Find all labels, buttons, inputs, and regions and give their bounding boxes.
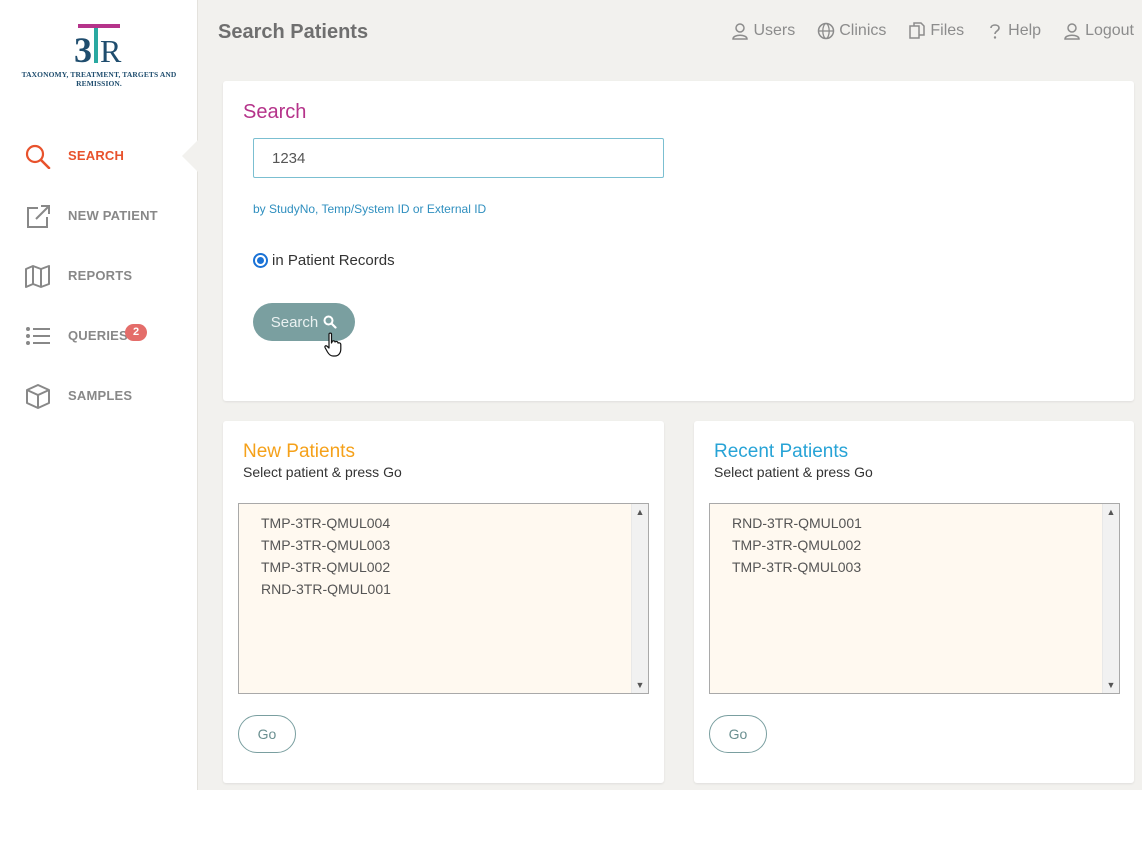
list-item[interactable]: TMP-3TR-QMUL004 — [261, 512, 391, 534]
recent-patients-list[interactable]: RND-3TR-QMUL001 TMP-3TR-QMUL002 TMP-3TR-… — [709, 503, 1120, 694]
nav-logout[interactable]: Logout — [1063, 22, 1134, 40]
sidebar-item-label: REPORTS — [68, 268, 133, 283]
page-title: Search Patients — [218, 21, 369, 43]
recent-patients-heading: Recent Patients — [714, 441, 849, 462]
external-link-icon — [27, 205, 50, 228]
list-item[interactable]: TMP-3TR-QMUL003 — [732, 556, 862, 578]
patient-records-radio[interactable] — [253, 253, 268, 268]
recent-patients-panel: Recent Patients Select patient & press G… — [694, 421, 1134, 783]
sidebar-item-search[interactable]: SEARCH — [0, 134, 198, 178]
sidebar-item-samples[interactable]: SAMPLES — [0, 374, 198, 418]
map-icon — [25, 265, 50, 288]
scroll-up-icon[interactable]: ▲ — [632, 504, 648, 520]
search-scope-option[interactable]: in Patient Records — [253, 252, 395, 269]
new-patients-panel: New Patients Select patient & press Go T… — [223, 421, 664, 783]
question-icon — [990, 24, 1000, 39]
nav-help[interactable]: Help — [986, 22, 1041, 40]
sidebar-item-label: SEARCH — [68, 148, 125, 163]
top-navigation: Users Clinics Files Help Logout — [731, 22, 1134, 40]
sidebar-item-label: QUERIES — [68, 328, 128, 343]
list-item[interactable]: RND-3TR-QMUL001 — [732, 512, 862, 534]
nav-clinics-label: Clinics — [839, 22, 887, 39]
box-icon — [26, 384, 50, 409]
list-item[interactable]: TMP-3TR-QMUL002 — [732, 534, 862, 556]
search-hint: by StudyNo, Temp/System ID or External I… — [253, 202, 487, 216]
user-icon — [1064, 23, 1080, 40]
nav-users-label: Users — [753, 22, 796, 39]
queries-count-badge: 2 — [125, 324, 147, 341]
sidebar-item-label: NEW PATIENT — [68, 208, 158, 223]
logo: 3 R TAXONOMY, TREATMENT, TARGETS AND REM… — [18, 18, 180, 88]
sidebar-item-queries[interactable]: QUERIES — [0, 314, 198, 358]
search-scope-label: in Patient Records — [272, 252, 395, 269]
list-item[interactable]: RND-3TR-QMUL001 — [261, 578, 391, 600]
logo-mark: 3 R — [74, 24, 122, 68]
svg-text:3: 3 — [74, 30, 92, 68]
nav-files-label: Files — [930, 22, 965, 39]
list-item[interactable]: TMP-3TR-QMUL003 — [261, 534, 391, 556]
sidebar-item-reports[interactable]: REPORTS — [0, 254, 198, 298]
search-icon — [25, 144, 51, 169]
recent-patients-subtitle: Select patient & press Go — [714, 464, 873, 480]
files-icon — [909, 22, 926, 39]
sidebar-item-label: SAMPLES — [68, 388, 133, 403]
sidebar: 3 R TAXONOMY, TREATMENT, TARGETS AND REM… — [0, 0, 198, 790]
scroll-up-icon[interactable]: ▲ — [1103, 504, 1119, 520]
globe-icon — [818, 22, 835, 40]
new-patients-go-button[interactable]: Go — [238, 715, 296, 753]
sidebar-item-new-patient[interactable]: NEW PATIENT — [0, 194, 198, 238]
list-icon — [26, 327, 50, 345]
scroll-down-icon[interactable]: ▼ — [1103, 677, 1119, 693]
nav-files[interactable]: Files — [908, 22, 964, 40]
new-patients-list[interactable]: TMP-3TR-QMUL004 TMP-3TR-QMUL003 TMP-3TR-… — [238, 503, 649, 694]
search-panel: Search by StudyNo, Temp/System ID or Ext… — [223, 81, 1134, 401]
search-button-label: Search — [270, 313, 319, 331]
hand-cursor-icon — [324, 332, 342, 357]
scrollbar[interactable]: ▲ ▼ — [1102, 504, 1119, 693]
nav-users[interactable]: Users — [731, 22, 795, 40]
new-patients-heading: New Patients — [243, 441, 355, 462]
svg-text:R: R — [100, 33, 122, 68]
app-window: 3 R TAXONOMY, TREATMENT, TARGETS AND REM… — [0, 0, 1142, 790]
search-input[interactable] — [253, 138, 664, 178]
scroll-down-icon[interactable]: ▼ — [632, 677, 648, 693]
logo-tagline: TAXONOMY, TREATMENT, TARGETS AND REMISSI… — [21, 70, 177, 88]
search-icon — [323, 315, 337, 329]
new-patients-subtitle: Select patient & press Go — [243, 464, 402, 480]
scrollbar[interactable]: ▲ ▼ — [631, 504, 648, 693]
nav-logout-label: Logout — [1085, 22, 1134, 39]
user-icon — [732, 23, 749, 40]
nav-help-label: Help — [1008, 22, 1042, 39]
list-item[interactable]: TMP-3TR-QMUL002 — [261, 556, 391, 578]
nav-clinics[interactable]: Clinics — [817, 22, 886, 40]
search-heading: Search — [243, 101, 307, 123]
main-content: Search Patients Users Clinics Files Help… — [198, 0, 1142, 790]
recent-patients-go-button[interactable]: Go — [709, 715, 767, 753]
radio-selected-dot — [257, 257, 264, 264]
